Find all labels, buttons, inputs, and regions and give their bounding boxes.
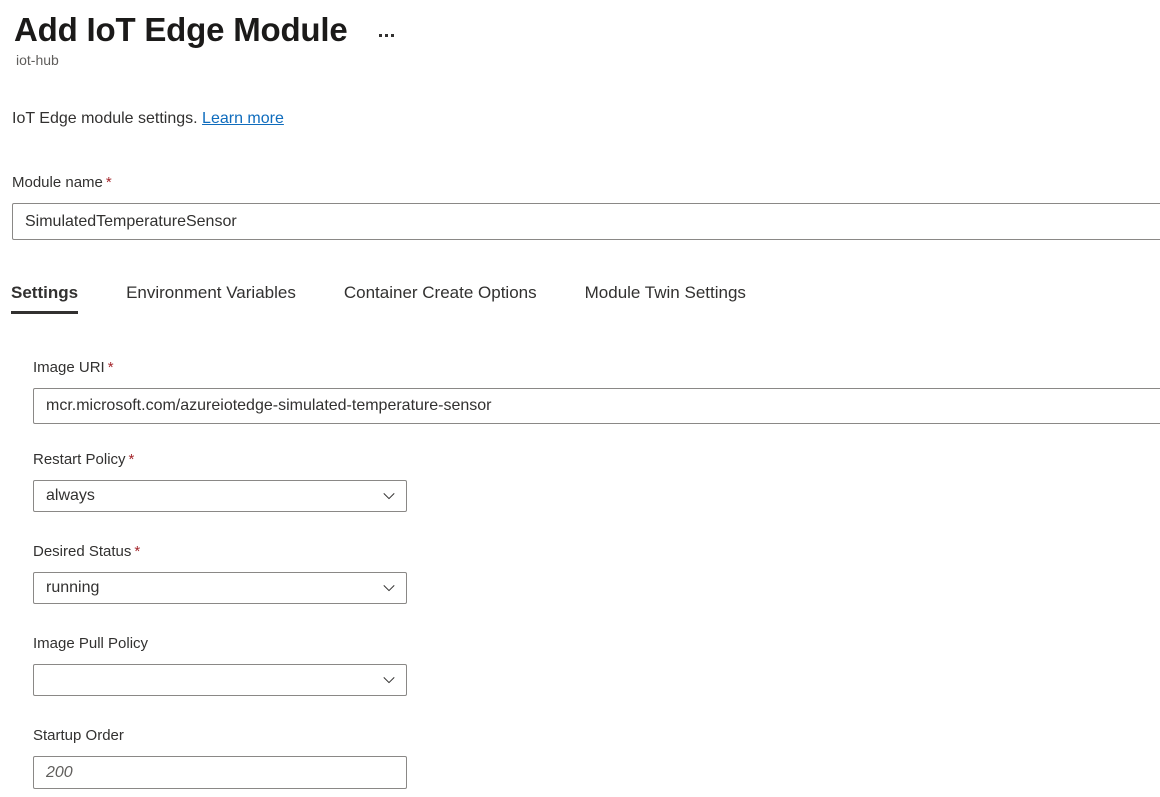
image-pull-policy-dropdown[interactable]: [33, 664, 407, 696]
ellipsis-horizontal-icon: [379, 34, 382, 37]
image-pull-policy-label-text: Image Pull Policy: [33, 635, 148, 652]
image-pull-policy-label: Image Pull Policy: [33, 633, 151, 655]
restart-policy-label: Restart Policy*: [33, 449, 134, 471]
restart-policy-value: always: [46, 481, 382, 511]
page-title: Add IoT Edge Module: [14, 8, 348, 52]
description: IoT Edge module settings. Learn more: [12, 108, 284, 130]
tab-settings[interactable]: Settings: [11, 281, 78, 314]
restart-policy-dropdown[interactable]: always: [33, 480, 407, 512]
title-row: Add IoT Edge Module: [0, 0, 1160, 52]
chevron-down-icon: [382, 489, 396, 503]
required-indicator: *: [108, 359, 114, 376]
restart-policy-label-text: Restart Policy: [33, 451, 126, 468]
desired-status-value: running: [46, 573, 382, 603]
description-text: IoT Edge module settings.: [12, 110, 198, 127]
module-name-label-text: Module name: [12, 174, 103, 191]
startup-order-label-text: Startup Order: [33, 727, 124, 744]
learn-more-link[interactable]: Learn more: [202, 110, 284, 127]
image-uri-label-text: Image URI: [33, 359, 105, 376]
required-indicator: *: [134, 543, 140, 560]
ellipsis-horizontal-icon: [385, 34, 388, 37]
module-name-input[interactable]: [12, 203, 1160, 240]
image-uri-label: Image URI*: [33, 357, 114, 379]
settings-tablist: Settings Environment Variables Container…: [11, 281, 794, 314]
required-indicator: *: [129, 451, 135, 468]
image-uri-input[interactable]: [33, 388, 1160, 424]
startup-order-input[interactable]: [33, 756, 407, 789]
tab-container-create-options[interactable]: Container Create Options: [344, 281, 537, 314]
more-menu-button[interactable]: [372, 23, 402, 47]
blade-header: Add IoT Edge Module iot-hub: [0, 0, 1160, 70]
desired-status-label-text: Desired Status: [33, 543, 131, 560]
desired-status-dropdown[interactable]: running: [33, 572, 407, 604]
startup-order-label: Startup Order: [33, 725, 127, 747]
desired-status-label: Desired Status*: [33, 541, 140, 563]
required-indicator: *: [106, 174, 112, 191]
add-iot-edge-module-blade: Add IoT Edge Module iot-hub IoT Edge mod…: [0, 0, 1160, 797]
chevron-down-icon: [382, 581, 396, 595]
ellipsis-horizontal-icon: [391, 34, 394, 37]
tab-environment-variables[interactable]: Environment Variables: [126, 281, 296, 314]
module-name-label: Module name*: [12, 172, 112, 194]
blade-subtitle: iot-hub: [0, 50, 1160, 70]
tab-module-twin-settings[interactable]: Module Twin Settings: [585, 281, 746, 314]
chevron-down-icon: [382, 673, 396, 687]
